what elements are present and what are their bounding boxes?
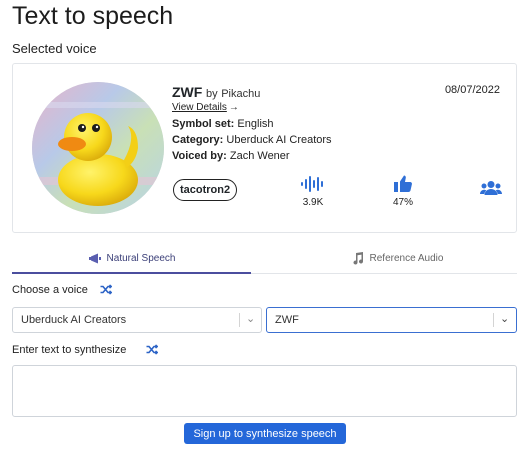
voice-name: ZWF [172,84,203,100]
speech-mode-tabs: Natural Speech Reference Audio [12,243,517,275]
page-title: Text to speech [12,2,174,30]
voice-avatar [32,82,164,214]
voice-by-prefix: by [205,88,218,100]
active-tab-indicator [12,272,251,274]
sign-up-synthesize-button[interactable]: Sign up to synthesize speech [184,423,346,444]
tab-reference-audio-label: Reference Audio [369,252,444,264]
shuffle-voice-icon[interactable] [100,284,113,298]
arrow-right-icon: → [228,102,239,113]
view-details-link[interactable]: View Details → [172,102,239,113]
category-line: Category: Uberduck AI Creators [172,134,332,146]
voice-title: ZWF by Pikachu [172,84,260,100]
select-separator [493,313,494,327]
voice-select[interactable]: ZWF ⌄ [266,307,517,333]
category-select-value: Uberduck AI Creators [21,314,127,326]
category-label: Category: [172,134,224,146]
tab-natural-speech-label: Natural Speech [106,252,176,264]
waveform-icon [301,176,323,192]
selected-voice-label: Selected voice [12,41,97,56]
category-value: Uberduck AI Creators [226,134,332,146]
view-details-label: View Details [172,102,227,113]
rating-stat: 47% [389,172,417,208]
category-select[interactable]: Uberduck AI Creators ⌄ [12,307,262,333]
tab-reference-audio[interactable]: Reference Audio [278,243,517,273]
select-separator [239,313,240,327]
uses-stat: 3.9K [299,174,327,208]
symbol-set-label: Symbol set: [172,118,235,130]
duck-avatar-image [32,82,164,214]
model-badge[interactable]: tacotron2 [173,179,238,201]
users-stat [479,180,503,199]
voice-card: ZWF by Pikachu View Details → Symbol set:… [12,63,517,233]
chevron-down-icon: ⌄ [246,313,256,325]
voiced-by-line: Voiced by: Zach Wener [172,150,290,162]
voiced-by-value: Zach Wener [229,150,290,162]
rating-percent: 47% [392,197,413,208]
users-icon[interactable] [480,180,502,196]
enter-text-label: Enter text to synthesize [12,344,127,356]
tab-natural-speech[interactable]: Natural Speech [12,243,251,273]
thumbs-up-icon[interactable] [392,172,414,194]
megaphone-icon [88,253,101,263]
text-to-synthesize-input[interactable] [12,365,517,417]
choose-voice-label: Choose a voice [12,284,88,296]
shuffle-text-icon[interactable] [146,344,159,358]
music-note-icon [353,251,363,265]
symbol-set-value: English [237,118,274,130]
uses-count: 3.9K [302,197,324,208]
voice-select-value: ZWF [275,314,299,326]
symbol-set-line: Symbol set: English [172,118,274,130]
chevron-down-icon: ⌄ [500,313,510,325]
voice-author: Pikachu [221,88,261,100]
voice-date: 08/07/2022 [444,84,500,96]
voiced-by-label: Voiced by: [172,150,227,162]
